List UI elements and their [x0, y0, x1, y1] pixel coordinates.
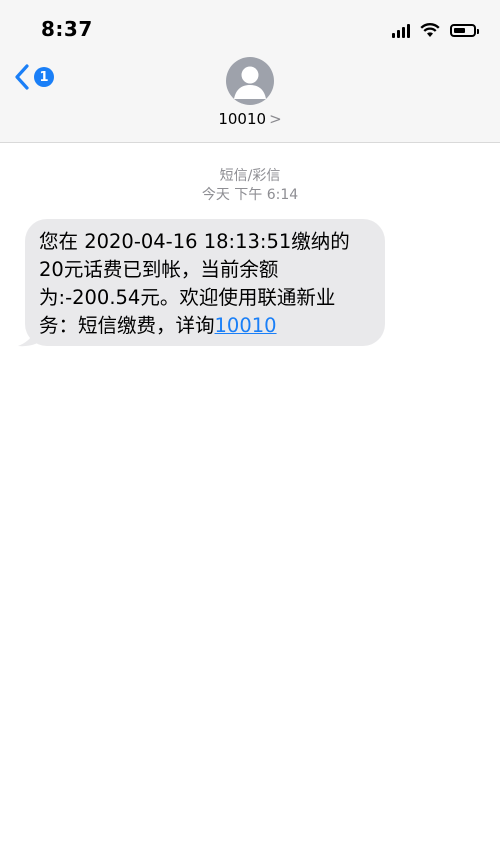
back-button[interactable]: 1 [14, 64, 54, 90]
signal-icon [392, 22, 410, 38]
chevron-right-icon: > [269, 110, 282, 128]
contact-avatar-icon[interactable] [226, 57, 274, 105]
unread-badge: 1 [34, 67, 54, 87]
message-text: 您在 2020-04-16 18:13:51缴纳的20元话费已到帐，当前余额为:… [39, 230, 350, 337]
message-timestamp: 今天 下午 6:14 [201, 187, 299, 203]
phone-number-link[interactable]: 10010 [215, 314, 277, 337]
incoming-message-bubble[interactable]: 您在 2020-04-16 18:13:51缴纳的20元话费已到帐，当前余额为:… [25, 219, 385, 346]
status-time: 8:37 [41, 17, 93, 41]
contact-name-button[interactable]: 10010 > [0, 110, 500, 128]
wifi-icon [420, 22, 440, 38]
battery-icon [450, 23, 479, 37]
contact-name: 10010 [218, 110, 267, 128]
status-icons [392, 18, 479, 42]
conversation-header: 8:37 1 10010 > [0, 0, 500, 143]
back-chevron-icon [15, 64, 29, 90]
message-type-label: 短信/彩信 [219, 168, 281, 184]
